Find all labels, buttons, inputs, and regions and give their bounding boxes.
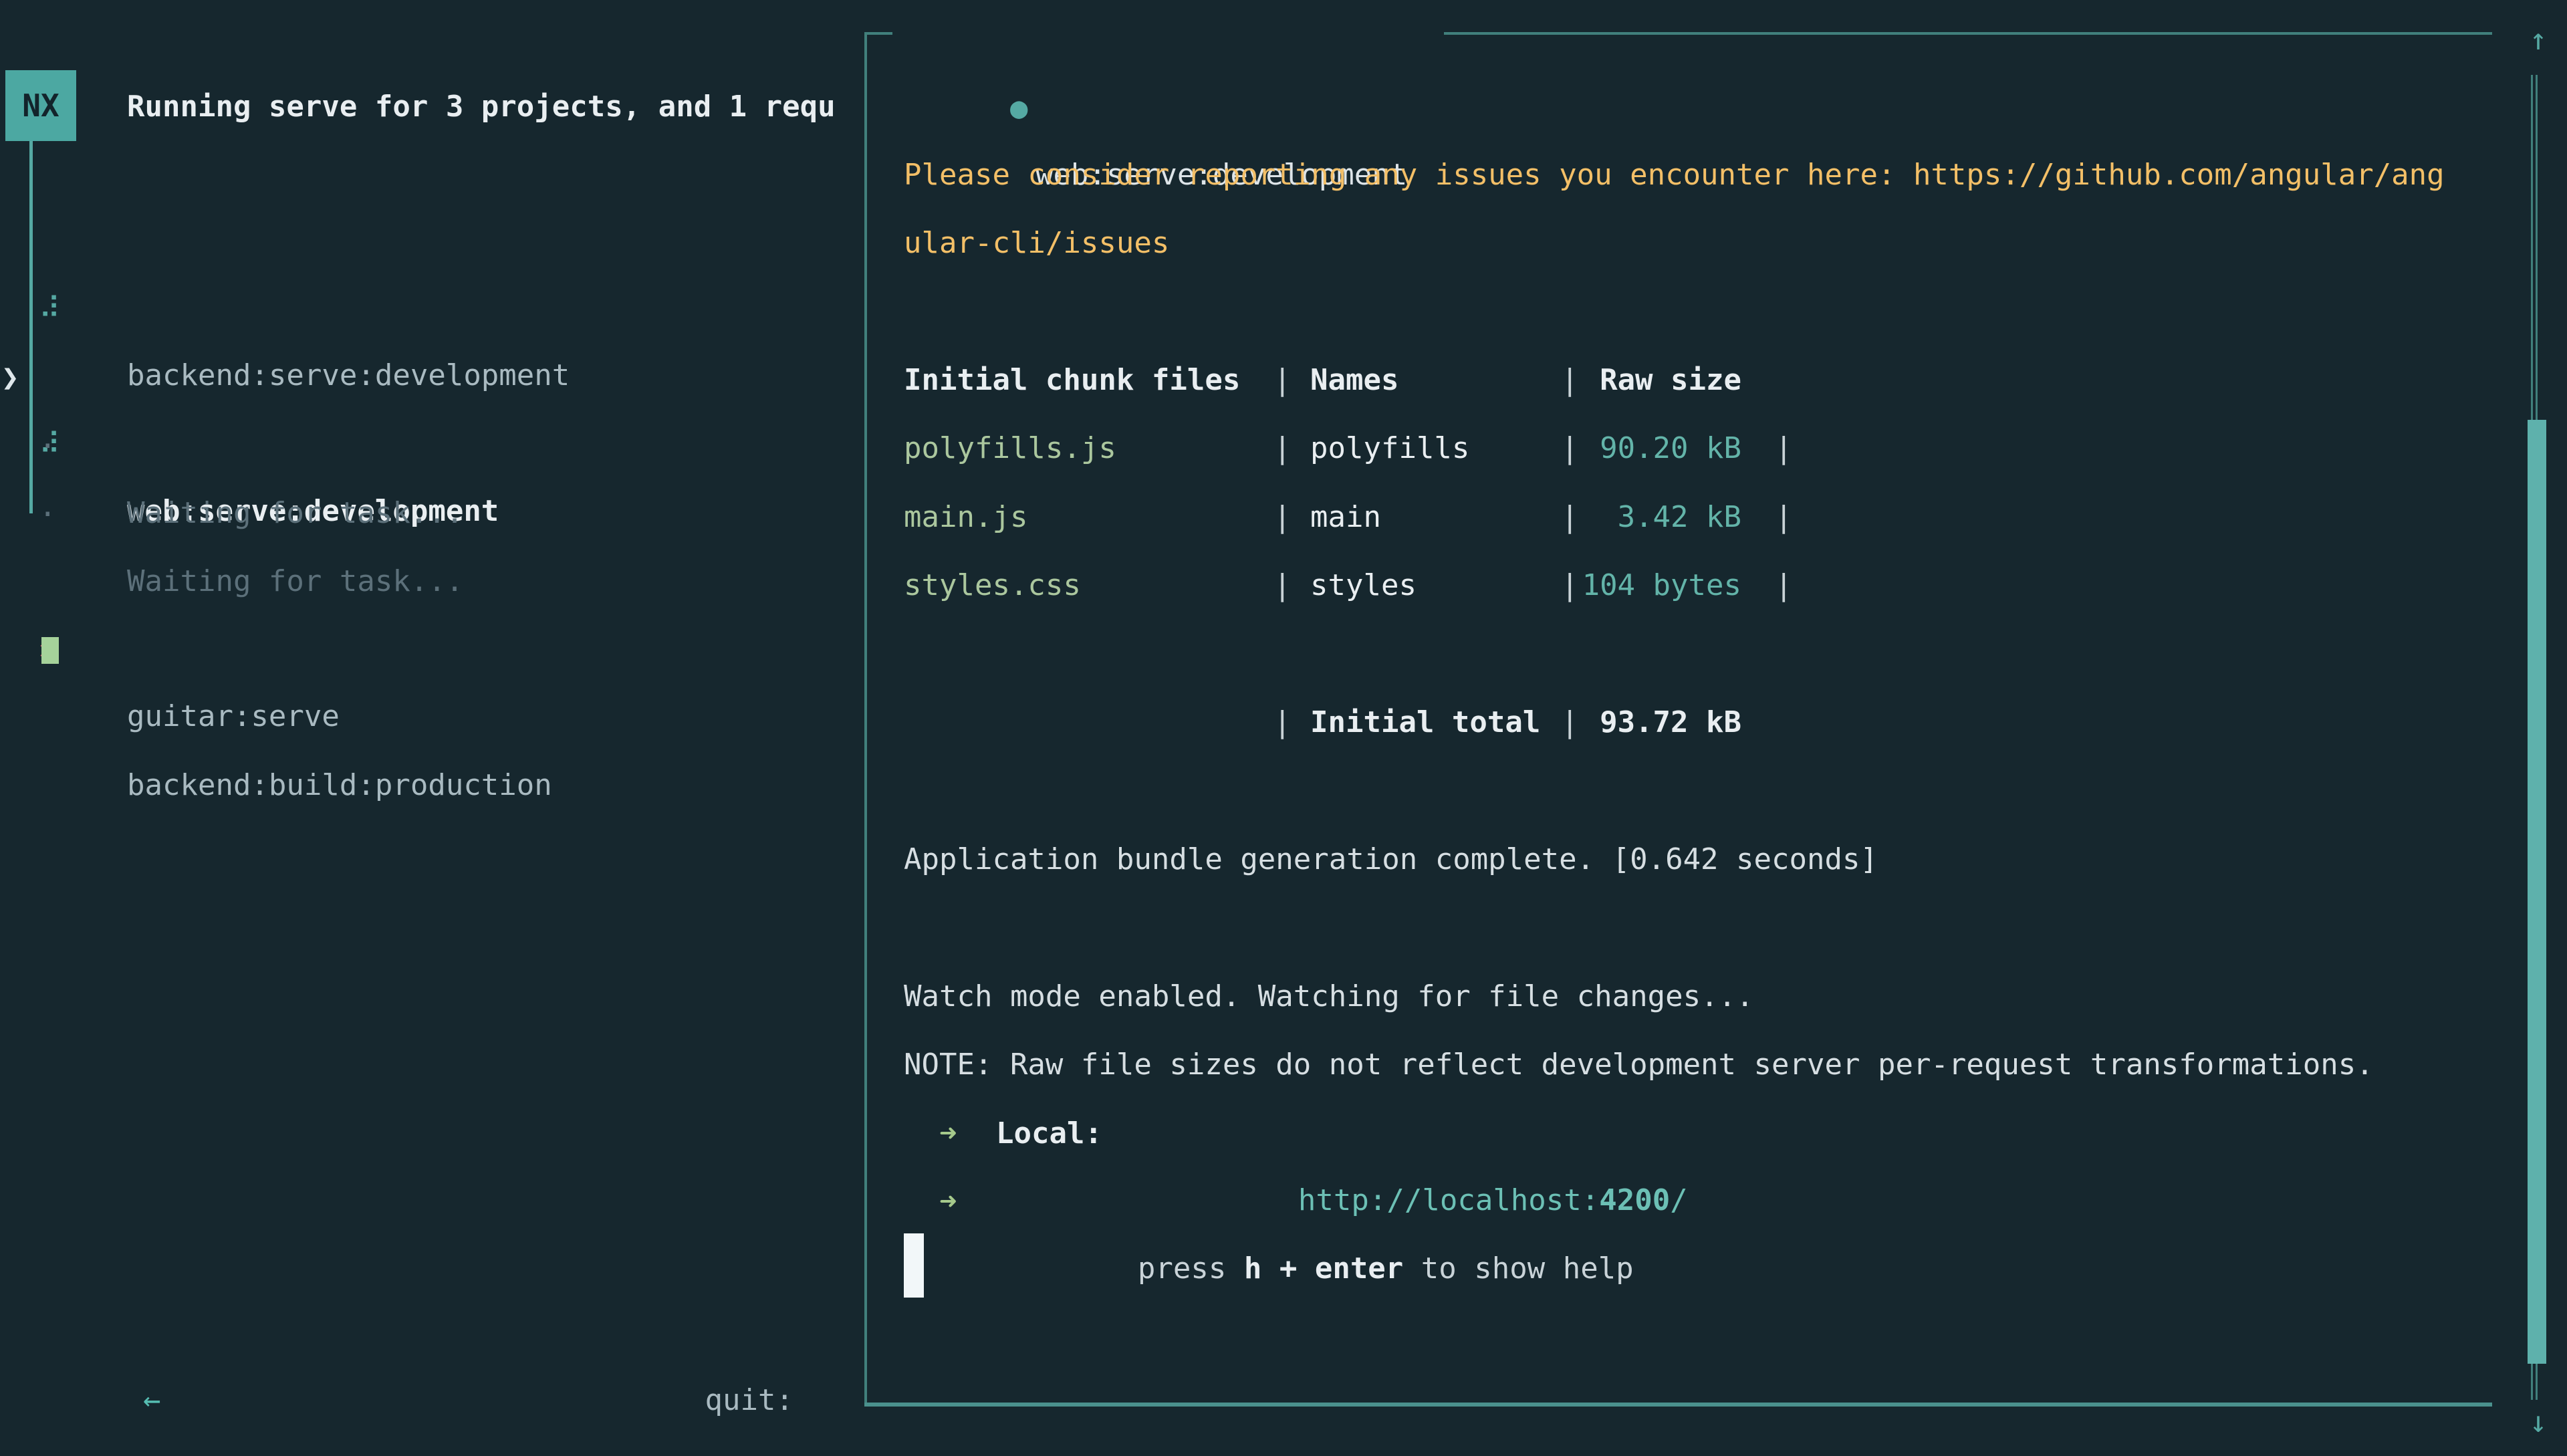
help-suffix: to show help	[1403, 1251, 1633, 1286]
col-divider: |	[1273, 689, 1292, 756]
col-divider: |	[1561, 484, 1579, 551]
col-header-raw-size: Raw size	[1578, 347, 1741, 414]
scroll-down-arrow-icon[interactable]: ↓	[2515, 1389, 2562, 1456]
chunk-file: main.js	[904, 484, 1027, 551]
col-divider: |	[1775, 415, 1793, 482]
task-row-backend-serve[interactable]: ⠼ backend:serve:development	[0, 209, 862, 275]
scroll-up-arrow-icon[interactable]: ↑	[2515, 7, 2562, 74]
panel-border-left	[864, 32, 867, 1407]
watch-mode-line: Watch mode enabled. Watching for file ch…	[904, 963, 1754, 1030]
task-list-panel: NX Running serve for 3 projects, and 1 r…	[0, 0, 864, 1444]
help-prefix: press	[1138, 1251, 1244, 1286]
help-keys: h + enter	[1244, 1251, 1403, 1286]
chunk-name: polyfills	[1310, 415, 1469, 482]
chunk-name: main	[1310, 484, 1381, 551]
task-row-waiting-1[interactable]: · Waiting for task...	[0, 346, 862, 413]
terminal-cursor	[904, 1233, 924, 1298]
panel-border-bottom	[864, 1403, 2492, 1407]
scrollbar-thumb[interactable]	[2528, 420, 2546, 1364]
issue-notice-line1: Please consider reporting any issues you…	[904, 142, 2445, 209]
chunk-file: styles.css	[904, 552, 1081, 619]
app-title: Running serve for 3 projects, and 1 requ	[127, 74, 836, 140]
local-url[interactable]: http://localhost:4200/	[1156, 1100, 1688, 1167]
col-header-names: Names	[1310, 347, 1398, 414]
col-divider: |	[1273, 484, 1292, 551]
chunk-file: polyfills.js	[904, 415, 1116, 482]
task-row-guitar-serve[interactable]: ✕ guitar:serve	[0, 550, 862, 616]
quit-label: quit:	[705, 1383, 793, 1417]
arrow-right-icon: ➜	[939, 1100, 957, 1167]
issue-notice-line2: ular-cli/issues	[904, 210, 1169, 277]
url-suffix: /	[1670, 1183, 1688, 1217]
chunk-name: styles	[1310, 552, 1417, 619]
task-label: backend:build:production	[127, 752, 552, 819]
nx-logo: NX	[5, 70, 76, 141]
col-header-files: Initial chunk files	[904, 347, 1240, 414]
chunk-size: 3.42 kB	[1578, 484, 1741, 551]
col-divider: |	[1273, 552, 1292, 619]
arrow-right-icon: ➜	[939, 1169, 957, 1235]
total-size: 93.72 kB	[1578, 689, 1741, 756]
col-divider: |	[1273, 415, 1292, 482]
chunk-size: 90.20 kB	[1578, 415, 1741, 482]
local-label: Local:	[996, 1100, 1102, 1167]
col-divider: |	[1775, 552, 1793, 619]
success-square-icon	[41, 637, 59, 664]
task-label: Waiting for task...	[127, 480, 463, 547]
col-divider: |	[1561, 689, 1579, 756]
task-row-waiting-2[interactable]: · Waiting for task...	[0, 414, 862, 481]
task-status-dot-icon: ●	[1010, 91, 1028, 125]
col-divider: |	[1775, 484, 1793, 551]
help-hint-text: press h + enter to show help	[996, 1169, 1634, 1235]
total-label: Initial total	[1310, 689, 1540, 756]
panel-header: ● web:serve:development	[904, 8, 1407, 75]
col-divider: |	[1561, 552, 1579, 619]
task-label: guitar:serve	[127, 683, 340, 750]
col-divider: |	[1561, 415, 1579, 482]
col-divider: |	[1561, 347, 1579, 414]
prev-page-arrow-icon[interactable]: ←	[143, 1383, 161, 1417]
chunk-size: 104 bytes	[1578, 552, 1741, 619]
pagination: ← 1/1 →	[37, 1300, 215, 1367]
col-divider: |	[1273, 347, 1292, 414]
bundle-complete-line: Application bundle generation complete. …	[904, 826, 1878, 893]
note-line: NOTE: Raw file sizes do not reflect deve…	[904, 1032, 2374, 1098]
task-row-backend-build[interactable]: backend:build:production	[0, 618, 862, 685]
shortcut-hints: quit: q help: ?	[505, 1300, 793, 1367]
task-row-web-serve-selected[interactable]: ❯ ⠼ web:serve:development	[0, 277, 862, 344]
waiting-dot-icon: ·	[39, 481, 106, 548]
